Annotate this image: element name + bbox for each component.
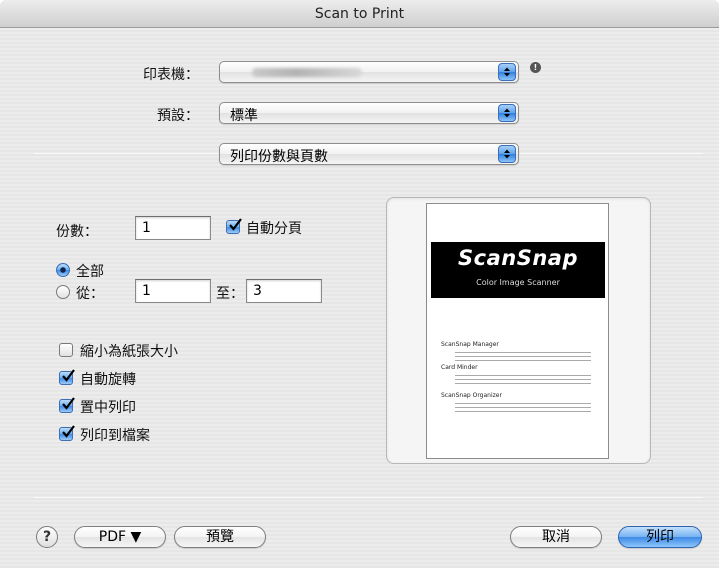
- scale-to-fit-checkbox[interactable]: [59, 343, 73, 357]
- printer-label: 印表機：: [143, 67, 199, 83]
- collate-checkbox[interactable]: [226, 218, 242, 234]
- preview-rule: [455, 352, 591, 353]
- preview-button[interactable]: 預覽: [174, 526, 266, 548]
- preview-section-2: Card Minder: [441, 364, 478, 371]
- preview-rule: [455, 356, 591, 357]
- print-button[interactable]: 列印: [618, 526, 702, 548]
- print-dialog-window: Scan to Print 印表機： ! 預設： 標準 列印份數與頁數 份數： …: [0, 0, 719, 568]
- printer-popup[interactable]: [219, 61, 519, 83]
- presets-value: 標準: [230, 108, 258, 124]
- pages-all-label: 全部: [76, 264, 104, 280]
- preview-rule: [455, 383, 591, 384]
- section-popup[interactable]: 列印份數與頁數: [219, 143, 519, 165]
- cancel-button[interactable]: 取消: [510, 526, 602, 548]
- preview-rule: [455, 403, 591, 404]
- preview-rule: [455, 360, 591, 361]
- pages-from-label: 從：: [76, 286, 104, 302]
- section-value: 列印份數與頁數: [230, 149, 328, 165]
- print-to-file-checkbox[interactable]: [59, 425, 75, 441]
- preview-subtitle: Color Image Scanner: [476, 278, 560, 287]
- help-button[interactable]: ?: [36, 526, 58, 548]
- copies-value: 1: [142, 220, 151, 236]
- presets-popup[interactable]: 標準: [219, 102, 519, 124]
- section-divider-left: [34, 153, 218, 154]
- pages-to-value: 3: [253, 283, 262, 299]
- preview-section-1: ScanSnap Manager: [441, 341, 499, 348]
- preview-page: ScanSnap Color Image Scanner ScanSnap Ma…: [426, 203, 609, 459]
- auto-rotate-label: 自動旋轉: [80, 372, 136, 388]
- print-to-file-label: 列印到檔案: [80, 428, 150, 444]
- pages-from-radio[interactable]: [56, 285, 70, 299]
- scale-to-fit-label: 縮小為紙張大小: [80, 344, 178, 360]
- copies-field[interactable]: 1: [135, 216, 211, 240]
- preview-brand: ScanSnap: [458, 246, 578, 270]
- printer-alert-icon[interactable]: !: [530, 62, 541, 73]
- center-print-checkbox[interactable]: [59, 397, 75, 413]
- popup-arrows-icon: [498, 63, 516, 81]
- center-print-label: 置中列印: [80, 400, 136, 416]
- preview-rule: [455, 407, 591, 408]
- preview-section-3: ScanSnap Organizer: [441, 392, 502, 399]
- pages-to-label: 至：: [216, 286, 244, 302]
- section-divider-right: [520, 153, 703, 154]
- pages-to-field[interactable]: 3: [246, 279, 322, 303]
- printer-name-blurred: [252, 68, 362, 77]
- pdf-menu-button[interactable]: PDF ▼: [74, 526, 166, 548]
- copies-label: 份數：: [56, 224, 98, 240]
- window-title: Scan to Print: [314, 6, 405, 22]
- presets-label: 預設：: [157, 108, 199, 124]
- collate-label: 自動分頁: [246, 221, 302, 237]
- pages-from-field[interactable]: 1: [135, 279, 211, 303]
- preview-banner: ScanSnap Color Image Scanner: [431, 242, 605, 298]
- title-bar[interactable]: Scan to Print: [0, 0, 719, 28]
- popup-arrows-icon: [498, 145, 516, 163]
- preview-rule: [455, 375, 591, 376]
- preview-rule: [455, 411, 591, 412]
- pages-from-value: 1: [142, 283, 151, 299]
- popup-arrows-icon: [498, 104, 516, 122]
- pages-all-radio[interactable]: [56, 263, 70, 277]
- auto-rotate-checkbox[interactable]: [59, 369, 75, 385]
- preview-rule: [455, 379, 591, 380]
- bottom-divider: [34, 497, 703, 498]
